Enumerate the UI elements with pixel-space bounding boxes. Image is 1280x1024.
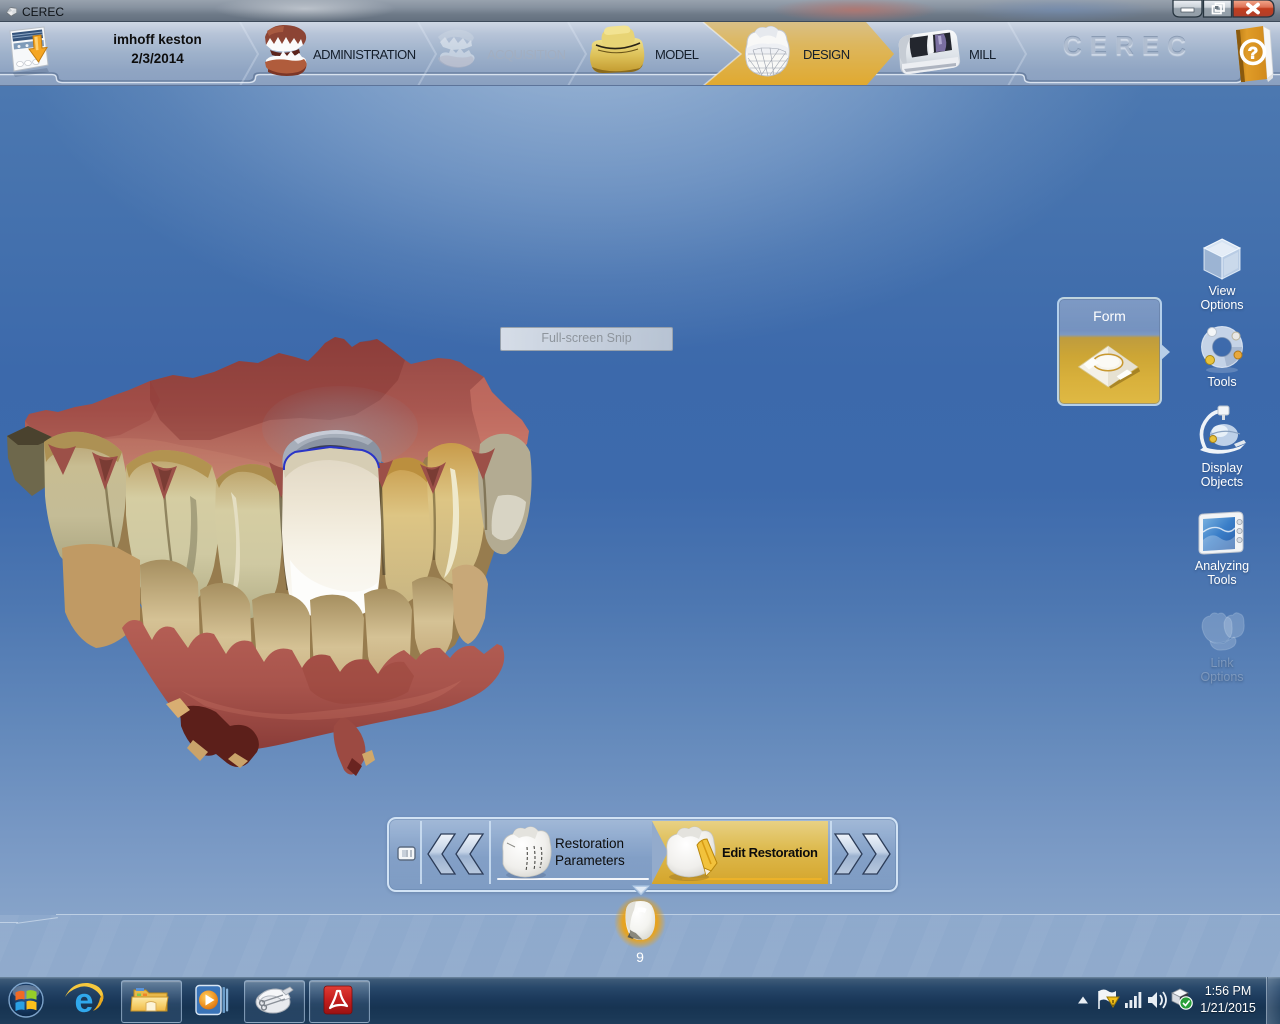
svg-text:?: ? — [1248, 44, 1258, 63]
